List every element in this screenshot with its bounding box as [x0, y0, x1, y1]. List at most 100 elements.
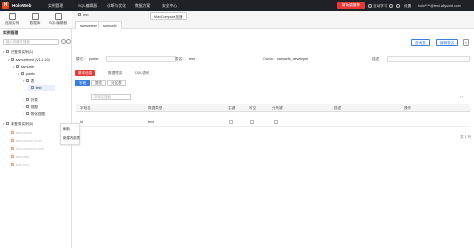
tab-test[interactable]: test	[78, 13, 88, 20]
col-distribution-key: 分布键	[272, 106, 283, 110]
sidebar-tree-item[interactable]: ▾ 已登录实例(1)	[3, 49, 33, 55]
node-icon	[26, 112, 30, 116]
tree-item-label: 表	[30, 79, 35, 83]
nav-sql-editor[interactable]: SQL编辑器	[78, 4, 97, 9]
instance-sidebar: 实例管理 输入关键字搜索 ▾ 已登录实例(1) ▾ samuelbest (V1.1.…	[0, 29, 80, 248]
row-count: 共 1 行	[460, 135, 472, 139]
sidebar-tree-item[interactable]: ▾ samuelbest (V1.1.20)	[8, 57, 50, 63]
left-toolbar: 连接实例 数据库 SQL编辑器	[0, 11, 72, 29]
interactive-learning-link[interactable]: 互动学习	[368, 4, 387, 9]
tree-item-label: 未登录实例(5)	[10, 122, 34, 126]
fields-table-header: 字段名 数据类型 主键 可空 分布键 描述 操作	[76, 104, 470, 112]
editor-tabs-bar: test MaxCompute加速 samuetest samuelb	[72, 11, 474, 29]
sidebar-search-input[interactable]: 输入关键字搜索	[3, 39, 59, 45]
tab-basic-info[interactable]: 基本信息	[75, 70, 96, 76]
edit-table-button[interactable]: 编辑表名	[436, 39, 459, 46]
tree-item-label: 物化视图	[30, 112, 46, 116]
col-data-type: 数据类型	[148, 106, 163, 110]
row-primary-key-checkbox[interactable]	[229, 119, 233, 124]
node-icon	[11, 131, 15, 135]
top-nav-bar: H HoloWeb 实例管理 SQL编辑器 诊断与优化 数据方案 安全中心 新功…	[0, 0, 474, 11]
sidebar-tree-item[interactable]: samuelb	[8, 154, 29, 160]
tree-item-label: samuelbest (V1.1.20)	[15, 58, 50, 62]
table-name-value: test	[189, 57, 195, 61]
user-account[interactable]: holo****@test.aliyunid.com	[418, 4, 461, 8]
tree-item-label: public	[25, 72, 36, 76]
sidebar-tree-item[interactable]: test	[28, 85, 55, 91]
tree-item-label: holo-instance-test	[15, 147, 45, 151]
collapse-icon[interactable]	[66, 39, 71, 44]
row-distribution-key-checkbox[interactable]	[274, 119, 278, 124]
settings-link[interactable]: 设置	[404, 4, 411, 9]
tree-item-label: 已登录实例(1)	[10, 50, 34, 54]
database-button[interactable]: 数据库	[24, 12, 46, 27]
help-icon	[368, 3, 372, 8]
tab-samuelb[interactable]: samuelb	[98, 21, 122, 29]
sidebar-title: 实例管理	[3, 31, 19, 35]
nav-instance-management[interactable]: 实例管理	[48, 4, 63, 9]
sidebar-tree-item[interactable]: › 视图	[23, 104, 38, 110]
sidebar-tree-item[interactable]: ▾ samuelb	[13, 64, 34, 70]
tab-properties[interactable]: 属性	[91, 80, 107, 86]
owner-label: Owner:	[263, 57, 275, 61]
node-icon	[26, 98, 30, 102]
table-icon	[78, 13, 82, 17]
tree-item-label: test-holo	[15, 163, 30, 167]
sidebar-tree-item[interactable]: holo-instance-test	[8, 146, 44, 152]
nav-data-solutions[interactable]: 数据方案	[135, 4, 150, 9]
schema-box	[106, 56, 176, 62]
tab-ddl[interactable]: DDL语句	[135, 70, 149, 76]
tree-item-label: samuetest-hz-sh	[15, 139, 43, 143]
brand-name: HoloWeb	[12, 3, 32, 8]
node-icon	[11, 155, 15, 159]
tab-data-preview[interactable]: 数据预览	[108, 70, 122, 76]
sidebar-tree-item[interactable]: › 物化视图	[23, 111, 45, 117]
holoweb-logo: H	[2, 2, 9, 9]
description-label: 描述	[372, 57, 380, 61]
node-icon	[11, 147, 15, 151]
col-actions: 操作	[404, 106, 412, 110]
node-icon	[16, 65, 20, 69]
close-icon[interactable]: ×	[463, 39, 469, 46]
sidebar-tree-item[interactable]: samuetest-hz-sh	[8, 138, 42, 144]
tab-fields[interactable]: 字段	[75, 80, 91, 86]
tree-item-label: samuelb	[15, 155, 30, 159]
node-icon	[21, 72, 25, 76]
pagination[interactable]: ‹ ›	[460, 95, 463, 99]
node-icon	[31, 86, 35, 90]
col-primary-key: 主键	[228, 106, 236, 110]
node-icon	[11, 58, 15, 62]
query-table-button[interactable]: 查询表	[411, 39, 430, 46]
tree-item-label: 外表	[30, 98, 38, 102]
sidebar-tree-item[interactable]: test-holo	[8, 162, 29, 168]
connect-instance-button[interactable]: 连接实例	[1, 12, 23, 27]
table-name-label: 表名：	[175, 57, 186, 61]
nav-diagnosis[interactable]: 诊断与优化	[107, 4, 126, 9]
notification-icon[interactable]	[389, 3, 393, 8]
row-field-name: id	[80, 120, 83, 124]
tooltip-maxcompute: MaxCompute加速	[150, 11, 187, 20]
col-description: 描述	[334, 106, 342, 110]
sidebar-tree-item[interactable]: ▾ public	[18, 71, 35, 77]
row-nullable-checkbox[interactable]	[250, 119, 254, 124]
node-icon	[26, 79, 30, 83]
col-nullable: 可空	[249, 106, 257, 110]
row-data-type: text	[148, 120, 154, 124]
node-icon	[11, 163, 15, 167]
tree-item-label: samuelb	[20, 65, 35, 69]
sidebar-tree-item[interactable]: ▾ 表	[23, 78, 34, 84]
field-search-input[interactable]: 字段名搜索	[91, 94, 131, 100]
node-icon	[26, 105, 30, 109]
schema-label: 模式：	[76, 57, 87, 61]
language-icon[interactable]	[396, 3, 400, 8]
node-icon	[11, 139, 15, 143]
database-icon	[31, 12, 39, 20]
node-icon	[6, 50, 10, 54]
sidebar-tree-item[interactable]: samuetest	[8, 130, 32, 136]
sidebar-tree-item[interactable]: › 外表	[23, 97, 38, 103]
sidebar-tree-item[interactable]: ▾ 未登录实例(5)	[3, 121, 33, 127]
tab-partitions[interactable]: 分区表	[107, 80, 126, 86]
nav-security-center[interactable]: 安全中心	[162, 4, 177, 9]
new-features-button[interactable]: 新功能推荐	[337, 2, 365, 9]
sql-editor-button[interactable]: SQL编辑器	[47, 12, 69, 27]
